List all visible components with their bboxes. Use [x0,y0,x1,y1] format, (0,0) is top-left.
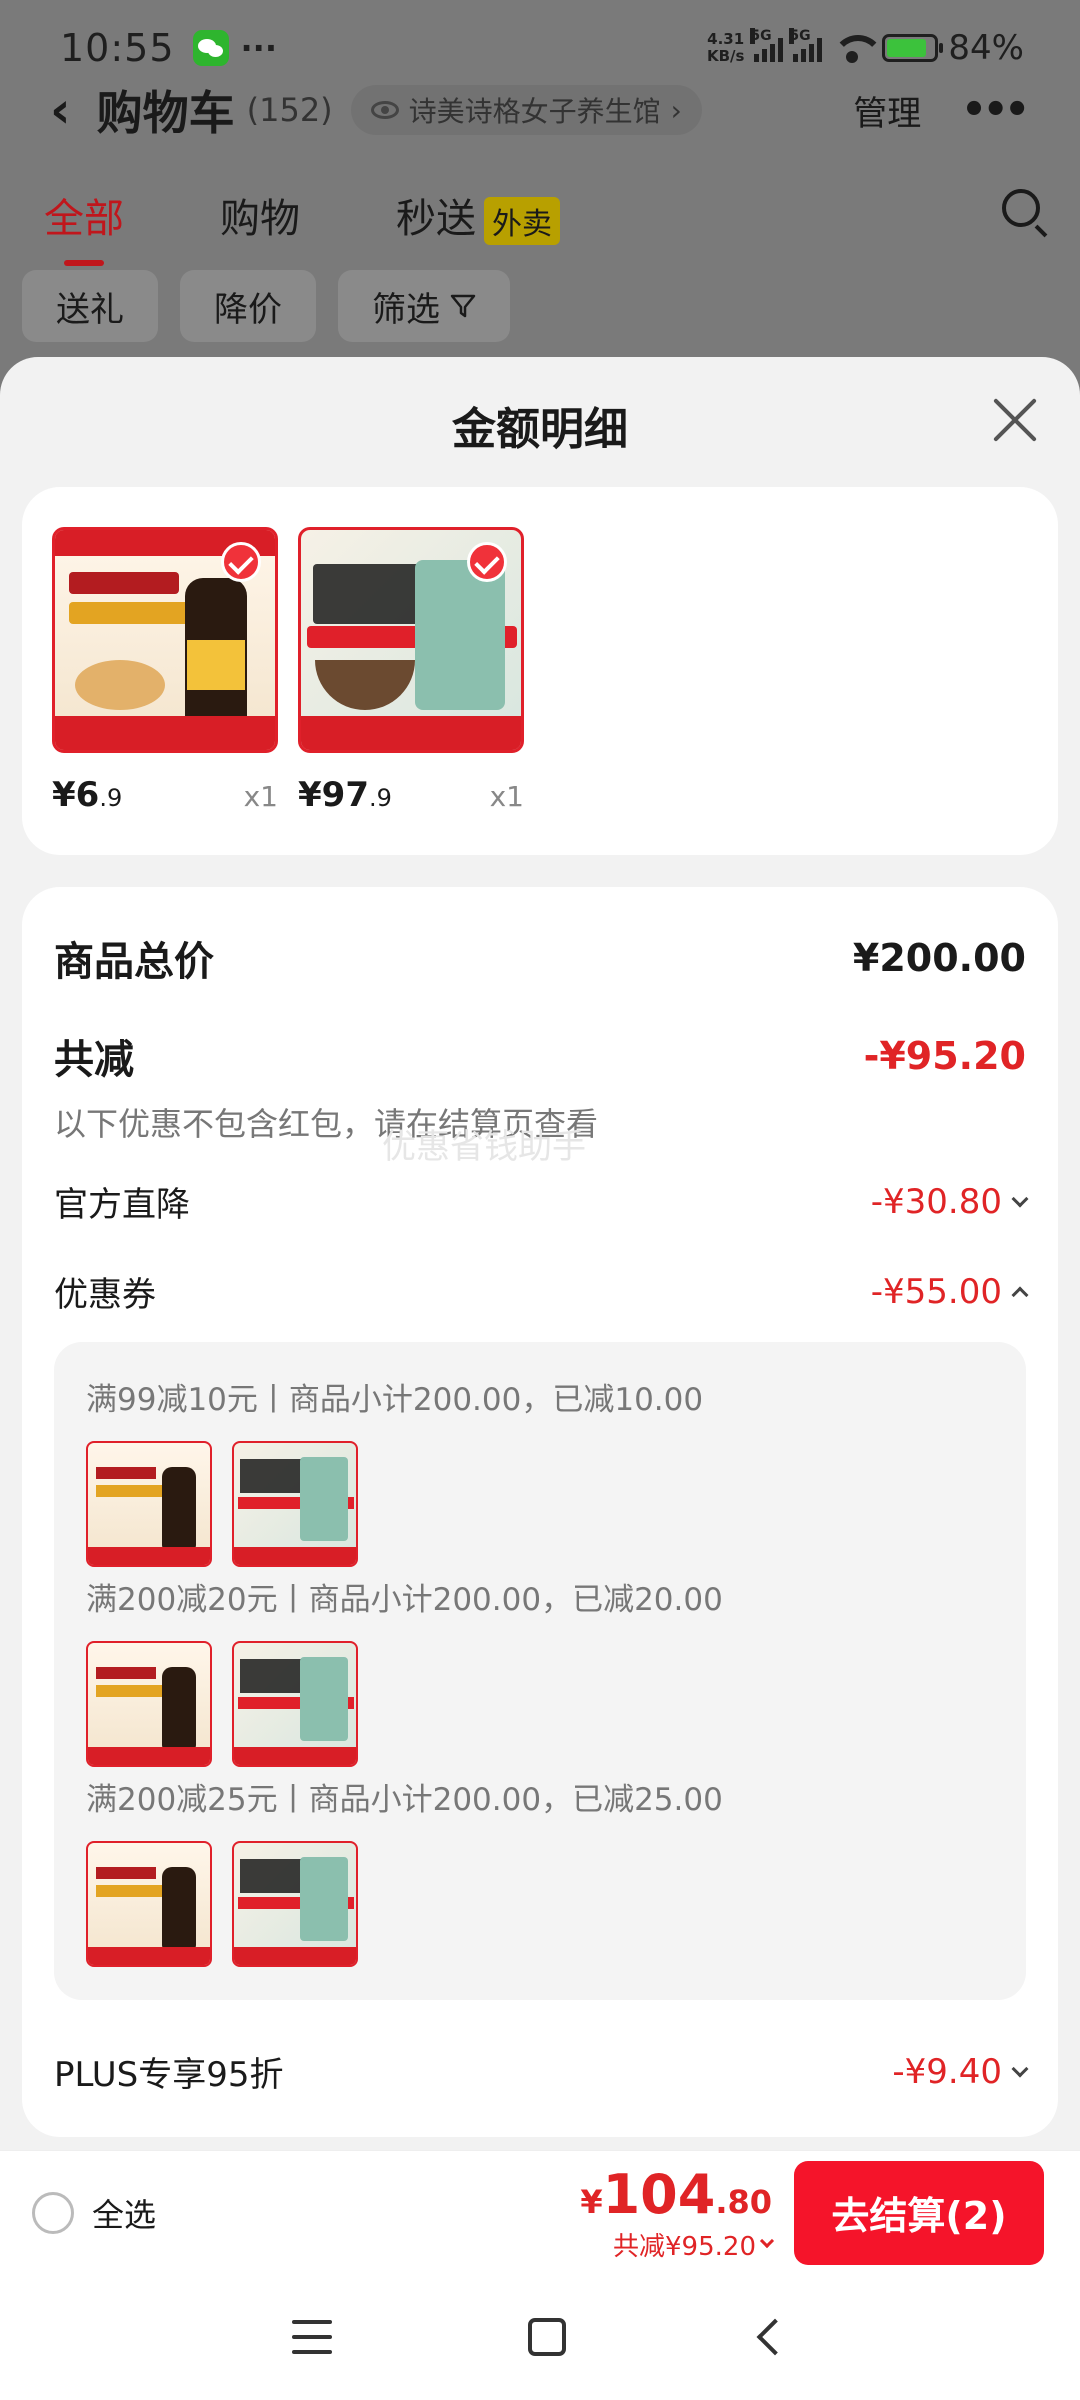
soy-sauce-thumbnail [86,1841,212,1967]
store-chip[interactable]: 诗美诗格女子养生馆 › [350,85,702,135]
coupon-value: -¥55.00 [870,1271,1002,1312]
coupon-group: 满99减10元丨商品小计200.00，已减10.00 [86,1374,703,1567]
coupon-label: 优惠券 [54,1275,156,1315]
product-quantity: x1 [489,780,524,813]
back-icon[interactable] [756,2318,794,2356]
filter-bar: 送礼 降价 筛选 [22,270,510,342]
checkout-bar: 全选 ¥104.80 共减¥95.20 去结算(2) [0,2150,1080,2274]
discount-value: -¥95.20 [863,1034,1026,1078]
official-discount-row[interactable]: 官方直降 -¥30.80 [54,1177,1029,1226]
more-icon[interactable]: ••• [961,87,1030,133]
store-name: 诗美诗格女子养生馆 [408,95,661,128]
filter-price-drop[interactable]: 降价 [180,270,316,342]
coupon-rule: 满200减25元丨商品小计200.00，已减25.00 [86,1782,723,1818]
coupon-rule: 满99减10元丨商品小计200.00，已减10.00 [86,1382,704,1418]
select-all-label[interactable]: 全选 [92,2190,156,2236]
page-title: 购物车 [96,86,235,140]
battery-icon [882,34,944,62]
checkout-discount[interactable]: 共减¥95.20 [580,2226,775,2263]
discount-label: 共减 [54,1037,134,1083]
system-nav-bar [0,2274,1080,2400]
product-quantity: x1 [243,780,278,813]
filter-gift[interactable]: 送礼 [22,270,158,342]
pet-food-product-image [298,527,524,753]
product-price: ¥97.9 [298,775,392,815]
chevron-down-icon [1011,2060,1029,2077]
wechat-notification-icon [192,30,229,66]
product-item[interactable]: ¥97.9 x1 [298,527,524,815]
coupon-detail-box: 满99减10元丨商品小计200.00，已减10.00 满200减20元丨商品小计… [54,1342,1026,2000]
coupon-group: 满200减25元丨商品小计200.00，已减25.00 [86,1774,723,1967]
recent-apps-icon[interactable] [292,2320,332,2354]
chevron-right-icon: › [670,93,682,127]
chevron-up-icon [1011,1286,1029,1303]
pet-food-thumbnail [232,1641,358,1767]
pet-food-thumbnail [232,1841,358,1967]
official-discount-value: -¥30.80 [870,1181,1002,1222]
coupon-rule: 满200减20元丨商品小计200.00，已减20.00 [86,1582,723,1618]
watermark: 优惠省钱助手 [382,1127,586,1167]
manage-button[interactable]: 管理 [853,86,921,135]
signal-icon: 5G [750,28,784,62]
soy-sauce-product-image [52,527,278,753]
close-icon[interactable] [992,397,1038,443]
tab-shopping[interactable]: 购物 [220,186,300,244]
signal-icon: 5G [789,28,823,62]
soy-sauce-thumbnail [86,1641,212,1767]
wifi-icon [832,33,885,63]
checkout-button[interactable]: 去结算(2) [794,2160,1044,2265]
search-icon[interactable] [1002,189,1040,227]
checkmark-icon [467,542,507,582]
cart-count: (152) [246,91,333,129]
filter-button[interactable]: 筛选 [338,270,510,342]
coupon-group: 满200减20元丨商品小计200.00，已减20.00 [86,1574,723,1767]
products-card: ¥6.9 x1 ¥97.9 x1 [22,487,1058,855]
cart-tabs: 全部 购物 秒送 外卖 [0,175,1080,266]
product-price: ¥6.9 [52,775,123,815]
amount-detail-sheet: 金额明细 ¥6.9 x1 ¥97.9 x1 商品总价 ¥200.00 共减 -¥… [0,357,1080,2150]
sheet-title: 金额明细 [452,404,628,455]
network-speed: 4.31 KB/s [706,30,745,65]
more-notifications-icon: ··· [240,29,277,67]
official-discount-label: 官方直降 [54,1185,190,1225]
plus-discount-row[interactable]: PLUS专享95折 -¥9.40 [54,2047,1029,2096]
soy-sauce-thumbnail [86,1441,212,1567]
coupon-row[interactable]: 优惠券 -¥55.00 [54,1267,1029,1316]
tab-instant-delivery[interactable]: 秒送 外卖 [396,186,560,245]
tab-all[interactable]: 全部 [44,186,124,266]
total-price-label: 商品总价 [54,939,214,985]
pet-food-thumbnail [232,1441,358,1567]
total-price-row: 商品总价 ¥200.00 [54,929,1026,987]
cart-header: ‹ 购物车 (152) 诗美诗格女子养生馆 › 管理 ••• [0,70,1080,150]
eye-icon [370,101,399,119]
checkout-total: ¥104.80 共减¥95.20 [580,2162,775,2263]
plus-discount-value: -¥9.40 [892,2051,1002,2092]
checkout-price: ¥104.80 [580,2162,772,2226]
price-detail-card: 商品总价 ¥200.00 共减 -¥95.20 以下优惠不包含红包，请在结算页查… [22,887,1058,2137]
total-price-value: ¥200.00 [852,936,1026,980]
chevron-down-icon [1011,1190,1029,1207]
status-time: 10:55 [60,26,175,70]
battery-percentage: 84% [948,28,1024,68]
discount-row: 共减 -¥95.20 [54,1027,1026,1085]
plus-discount-label: PLUS专享95折 [54,2055,284,2095]
checkmark-icon [221,542,261,582]
back-arrow-icon[interactable]: ‹ [50,81,71,139]
select-all-checkbox[interactable] [32,2191,74,2234]
takeaway-badge: 外卖 [484,196,560,245]
product-item[interactable]: ¥6.9 x1 [52,527,278,815]
funnel-icon [450,294,476,318]
chevron-down-icon [759,2233,775,2249]
home-icon[interactable] [528,2318,566,2356]
